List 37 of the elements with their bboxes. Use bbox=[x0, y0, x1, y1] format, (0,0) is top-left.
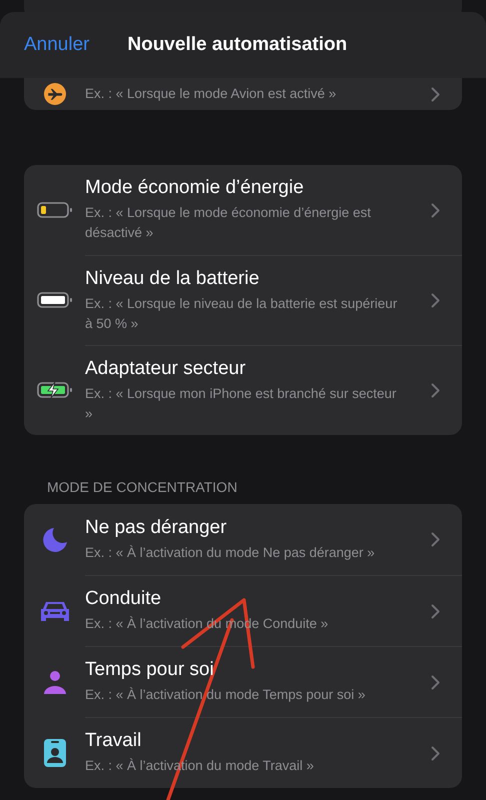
row-subtitle: Ex. : « À l’activation du mode Ne pas déranger » bbox=[85, 544, 376, 562]
trigger-row[interactable]: Ne pas déranger Ex. : « À l’activation du mode Ne pas déranger » bbox=[24, 504, 462, 575]
row-title: Conduite bbox=[85, 588, 162, 610]
trigger-row[interactable]: Ex. : « Lorsque le mode Avion est activé » bbox=[24, 78, 462, 110]
row-subtitle: Ex. : « Lorsque le mode Avion est activé » bbox=[85, 85, 338, 103]
row-subtitle: Ex. : « À l’activation du mode Temps pour soi » bbox=[85, 686, 366, 704]
trigger-row[interactable]: Mode économie d’énergie Ex. : « Lorsque le mode économie d’énergie est désactivé » bbox=[24, 165, 462, 255]
trigger-row[interactable]: Niveau de la batterie Ex. : « Lorsque le niveau de la batterie est supérieur à 50 % » bbox=[24, 255, 462, 345]
person-icon bbox=[42, 670, 66, 694]
row-subtitle: Ex. : « Lorsque le mode économie d’énergie est désactivé » bbox=[85, 204, 372, 242]
battery-icon bbox=[36, 291, 72, 309]
trigger-row[interactable]: Adaptateur secteur Ex. : « Lorsque mon iPhone est branché sur secteur » bbox=[24, 345, 462, 435]
chevron-icon bbox=[431, 746, 440, 760]
chevron-icon bbox=[431, 532, 440, 547]
row-title: Ne pas déranger bbox=[85, 516, 228, 538]
chevron-icon bbox=[431, 604, 440, 618]
row-title: Mode économie d’énergie bbox=[85, 177, 305, 199]
row-subtitle: Ex. : « Lorsque le niveau de la batterie est supérieur à 50 % » bbox=[85, 294, 398, 332]
screen-title: Nouvelle automatisation bbox=[128, 34, 348, 56]
chevron-icon bbox=[431, 86, 440, 102]
trigger-row[interactable]: Temps pour soi Ex. : « À l’activation du mode Temps pour soi » bbox=[24, 646, 462, 717]
low-battery-icon bbox=[36, 201, 72, 219]
row-title: Temps pour soi bbox=[85, 659, 215, 681]
chevron-icon bbox=[431, 202, 440, 218]
cancel-button[interactable]: Annuler bbox=[24, 34, 90, 56]
row-title: Travail bbox=[85, 730, 142, 752]
section-header: MODE DE CONCENTRATION bbox=[47, 479, 238, 495]
chevron-icon bbox=[431, 674, 440, 690]
chevron-icon bbox=[431, 383, 440, 398]
row-subtitle: Ex. : « Lorsque mon iPhone est branché sur secteur » bbox=[85, 384, 398, 422]
row-title: Adaptateur secteur bbox=[85, 358, 247, 380]
chevron-icon bbox=[431, 293, 440, 308]
moon-icon bbox=[42, 526, 68, 552]
row-title: Niveau de la batterie bbox=[85, 268, 260, 290]
airplane-icon bbox=[44, 83, 66, 105]
charging-battery-icon bbox=[36, 381, 72, 399]
badge-icon bbox=[44, 738, 66, 766]
